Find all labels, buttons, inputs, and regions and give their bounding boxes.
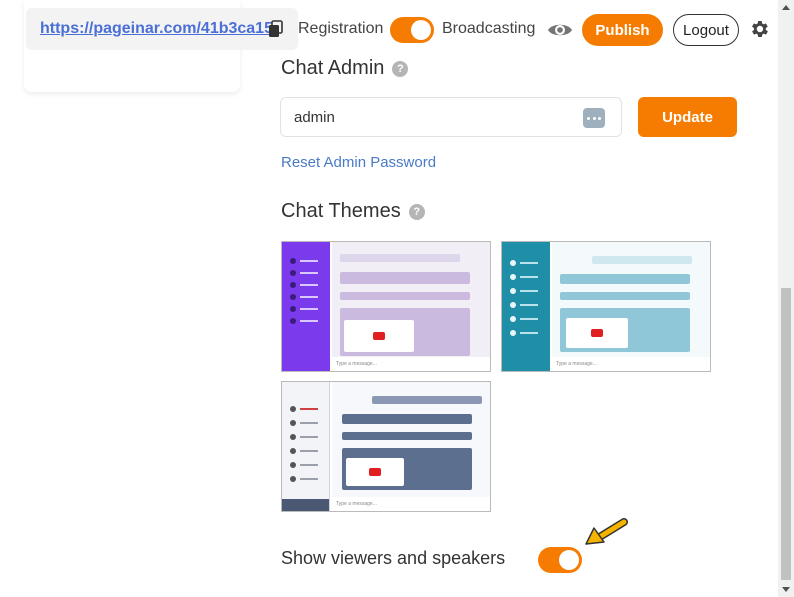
help-icon[interactable]: ?: [392, 60, 409, 77]
chat-admin-title: Chat Admin: [281, 57, 385, 79]
chat-admin-heading: Chat Admin ?: [281, 57, 409, 80]
theme-sidebar: [502, 242, 550, 371]
toggle-knob: [411, 20, 431, 40]
copy-icon[interactable]: [268, 20, 284, 38]
reset-admin-password-link[interactable]: Reset Admin Password: [281, 154, 436, 171]
theme-message-input: Type a message...: [336, 361, 377, 367]
pointer-arrow-icon: [585, 518, 628, 545]
theme-message-input: Type a message...: [556, 361, 597, 367]
page-url-link[interactable]: https://pageinar.com/41b3ca15: [40, 20, 273, 38]
chat-admin-value: admin: [294, 108, 335, 126]
theme-thumbnail-teal[interactable]: Type a message...: [501, 241, 711, 372]
chat-themes-title: Chat Themes: [281, 200, 401, 222]
theme-sidebar: [282, 242, 330, 371]
chat-themes-heading: Chat Themes ?: [281, 200, 425, 223]
chat-admin-input[interactable]: admin: [280, 97, 622, 137]
update-button[interactable]: Update: [638, 97, 737, 137]
vertical-scrollbar[interactable]: [778, 0, 794, 597]
registration-label: Registration: [298, 20, 384, 37]
show-viewers-toggle[interactable]: [538, 547, 582, 573]
eye-icon[interactable]: [547, 18, 573, 42]
registration-toggle[interactable]: [390, 17, 434, 43]
theme-chat-area: [332, 382, 490, 497]
url-pill: https://pageinar.com/41b3ca15: [26, 8, 298, 50]
show-viewers-label: Show viewers and speakers: [281, 548, 506, 568]
youtube-icon: [591, 329, 603, 337]
youtube-icon: [373, 332, 385, 340]
logout-button[interactable]: Logout: [673, 14, 739, 46]
gear-icon[interactable]: [748, 18, 770, 40]
password-manager-icon[interactable]: [583, 108, 605, 128]
toggle-knob: [559, 550, 579, 570]
youtube-icon: [369, 468, 381, 476]
theme-chat-area: [552, 242, 710, 357]
scroll-down-arrow-icon[interactable]: [782, 587, 790, 592]
theme-thumbnail-slate[interactable]: Type a message...: [281, 381, 491, 512]
scroll-up-arrow-icon[interactable]: [782, 5, 790, 10]
scroll-thumb[interactable]: [781, 288, 791, 580]
help-icon[interactable]: ?: [408, 203, 425, 220]
broadcasting-label: Broadcasting: [442, 20, 536, 37]
theme-thumbnail-purple[interactable]: Type a message...: [281, 241, 491, 372]
publish-button[interactable]: Publish: [582, 14, 663, 46]
theme-chat-area: [332, 242, 490, 357]
theme-message-input: Type a message...: [336, 501, 377, 507]
theme-sidebar: [282, 382, 330, 511]
